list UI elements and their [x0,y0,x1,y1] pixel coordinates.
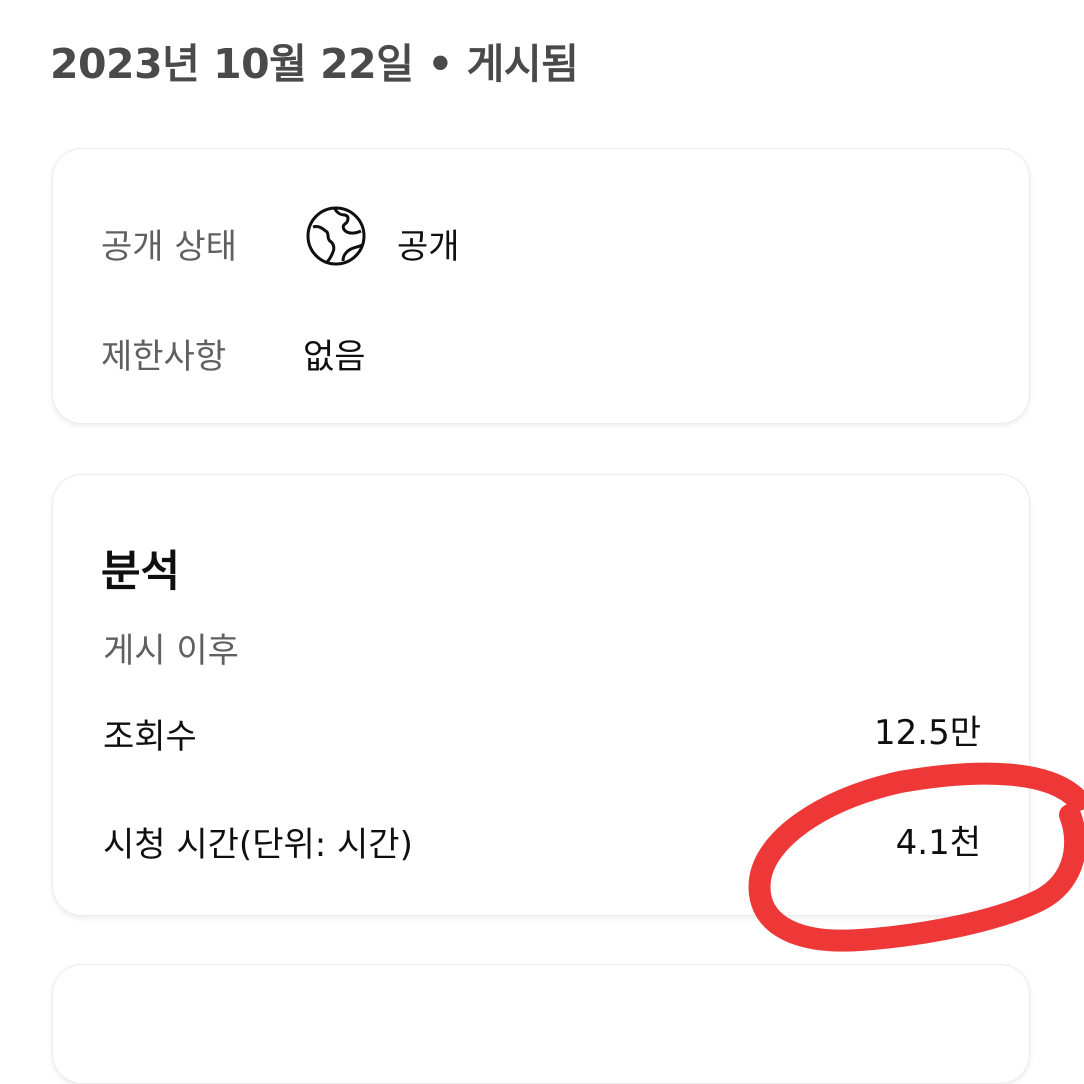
analytics-card: 분석 게시 이후 조회수 12.5만 시청 시간(단위: 시간) 4.1천 [52,474,1030,916]
visibility-label: 공개 상태 [101,227,237,267]
visibility-value: 공개 [397,227,460,267]
watch-time-label: 시청 시간(단위: 시간) [103,825,413,865]
views-value: 12.5만 [874,713,981,753]
published-date: 2023년 10월 22일 • 게시됨 [50,40,579,88]
watch-time-value: 4.1천 [895,823,981,863]
restrictions-label: 제한사항 [101,337,227,377]
globe-icon [306,206,366,266]
restrictions-value: 없음 [303,337,366,377]
analytics-subtitle: 게시 이후 [103,631,239,671]
next-card [52,964,1030,1084]
analytics-title: 분석 [101,547,181,597]
views-label: 조회수 [103,717,197,757]
visibility-card: 공개 상태 공개 제한사항 없음 [52,148,1030,424]
